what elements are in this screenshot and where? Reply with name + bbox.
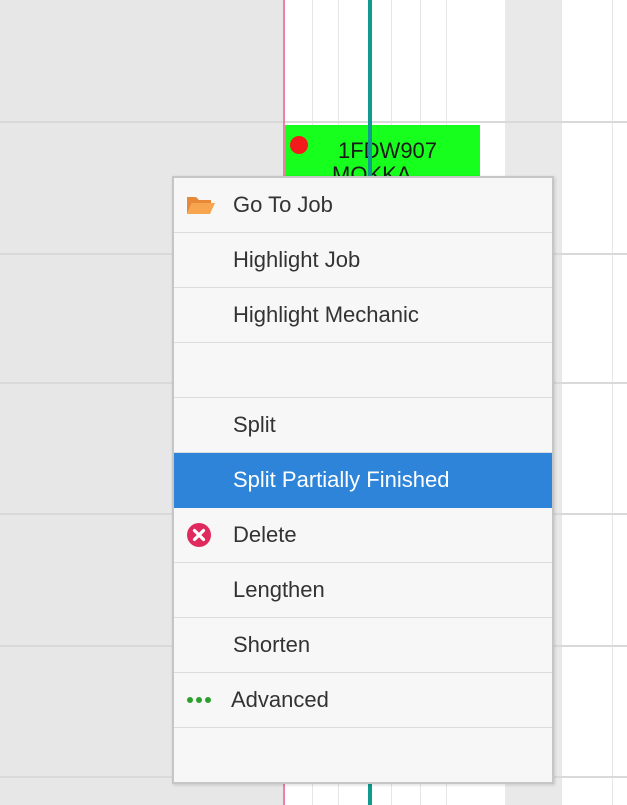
menu-item-lengthen[interactable]: Lengthen <box>174 563 552 618</box>
menu-item-split-partially-finished[interactable]: Split Partially Finished <box>174 453 552 508</box>
menu-item-delete[interactable]: Delete <box>174 508 552 563</box>
menu-item-highlight-mechanic[interactable]: Highlight Mechanic <box>174 288 552 343</box>
menu-item-blank-bottom[interactable] <box>174 728 552 782</box>
menu-item-label: Shorten <box>233 632 311 657</box>
menu-item-label: Split <box>233 412 276 437</box>
menu-item-label: Highlight Job <box>233 247 361 272</box>
menu-item-go-to-job[interactable]: Go To Job <box>174 178 552 233</box>
menu-item-label: Go To Job <box>233 192 333 217</box>
menu-item-shorten[interactable]: Shorten <box>174 618 552 673</box>
menu-item-label: Split Partially Finished <box>233 467 450 492</box>
menu-item-highlight-job[interactable]: Highlight Job <box>174 233 552 288</box>
context-menu: Go To Job Highlight Job Highlight Mechan… <box>172 176 554 784</box>
menu-item-label: Lengthen <box>233 577 325 602</box>
menu-item-split[interactable]: Split <box>174 398 552 453</box>
more-dots-icon <box>186 688 218 712</box>
menu-item-blank[interactable] <box>174 343 552 398</box>
status-dot-icon <box>290 136 308 154</box>
menu-item-label: Advanced <box>231 687 329 712</box>
menu-item-advanced[interactable]: Advanced <box>174 673 552 728</box>
grid-row-line <box>0 121 627 123</box>
folder-open-icon <box>186 193 218 217</box>
menu-item-label: Delete <box>233 522 297 547</box>
job-code: 1FDW907 <box>338 138 438 163</box>
delete-x-circle-icon <box>186 523 218 547</box>
job-block[interactable]: 1FDW907 MOKKA <box>285 125 480 180</box>
menu-item-label: Highlight Mechanic <box>233 302 419 327</box>
